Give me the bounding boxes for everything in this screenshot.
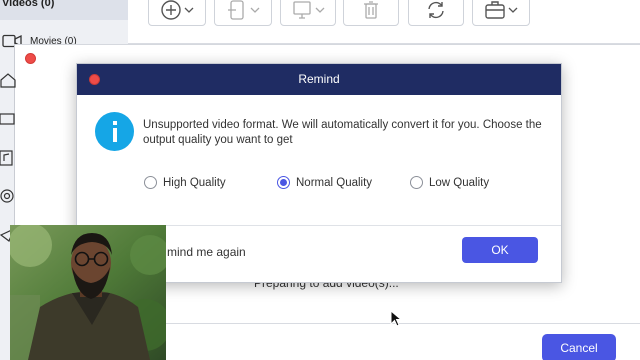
sidebar-videos-header[interactable]: Videos (0) xyxy=(0,0,128,20)
monitor-button[interactable] xyxy=(280,0,336,26)
music-icon[interactable] xyxy=(0,150,16,166)
chevron-down-icon xyxy=(508,7,518,13)
webcam-feed-image xyxy=(10,225,166,360)
option-label: High Quality xyxy=(163,176,226,189)
quality-options: High Quality Normal Quality Low Quality xyxy=(144,176,544,192)
dialog-title: Remind xyxy=(298,72,340,86)
webcam-overlay xyxy=(10,225,166,360)
delete-button[interactable] xyxy=(343,0,399,26)
toolbox-button[interactable] xyxy=(472,0,530,26)
device-icon xyxy=(228,0,244,20)
toolbox-icon xyxy=(485,1,505,19)
refresh-icon xyxy=(428,1,444,19)
chevron-down-icon xyxy=(184,7,194,13)
toolbar xyxy=(128,0,640,44)
ok-button[interactable]: OK xyxy=(462,237,538,263)
device-button[interactable] xyxy=(214,0,272,26)
add-button[interactable] xyxy=(148,0,206,26)
chevron-down-icon xyxy=(250,7,260,13)
dialog-close-button[interactable] xyxy=(89,74,100,85)
home-icon[interactable] xyxy=(0,72,16,88)
mouse-cursor-icon xyxy=(390,310,402,327)
radio-button[interactable] xyxy=(144,176,157,189)
sidebar-videos-label: Videos (0) xyxy=(2,0,55,9)
monitor-icon[interactable] xyxy=(0,112,16,128)
option-high-quality[interactable]: High Quality xyxy=(144,176,226,189)
option-low-quality[interactable]: Low Quality xyxy=(410,176,489,189)
trash-icon xyxy=(364,1,378,19)
chevron-down-icon xyxy=(315,7,325,13)
add-icon xyxy=(161,0,181,20)
option-normal-quality[interactable]: Normal Quality xyxy=(277,176,372,189)
info-icon xyxy=(95,112,134,151)
monitor-icon xyxy=(293,1,311,19)
radio-button[interactable] xyxy=(410,176,423,189)
option-label: Low Quality xyxy=(429,176,490,189)
option-label: Normal Quality xyxy=(296,176,373,189)
dialog-message: Unsupported video format. We will automa… xyxy=(143,119,542,146)
podcast-icon[interactable] xyxy=(0,188,16,204)
dont-remind-label[interactable]: mind me again xyxy=(167,245,246,259)
radio-button-selected[interactable] xyxy=(277,176,290,189)
window-close-button[interactable] xyxy=(25,53,36,64)
refresh-button[interactable] xyxy=(408,0,464,26)
cancel-button[interactable]: Cancel xyxy=(542,334,616,360)
